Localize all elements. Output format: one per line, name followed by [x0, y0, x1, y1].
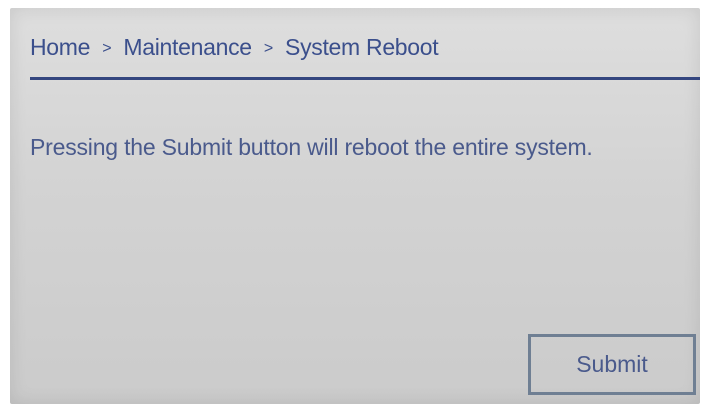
header-divider — [30, 77, 700, 80]
submit-button[interactable]: Submit — [528, 334, 696, 395]
breadcrumb-system-reboot: System Reboot — [285, 34, 439, 60]
breadcrumb-separator: > — [263, 40, 273, 57]
breadcrumb-home[interactable]: Home — [30, 34, 90, 61]
device-screen: Home > Maintenance > System Reboot Press… — [10, 8, 700, 404]
breadcrumb: Home > Maintenance > System Reboot — [30, 34, 439, 61]
reboot-message: Pressing the Submit button will reboot t… — [30, 134, 593, 160]
breadcrumb-separator: > — [102, 40, 112, 57]
breadcrumb-maintenance[interactable]: Maintenance — [123, 34, 252, 61]
